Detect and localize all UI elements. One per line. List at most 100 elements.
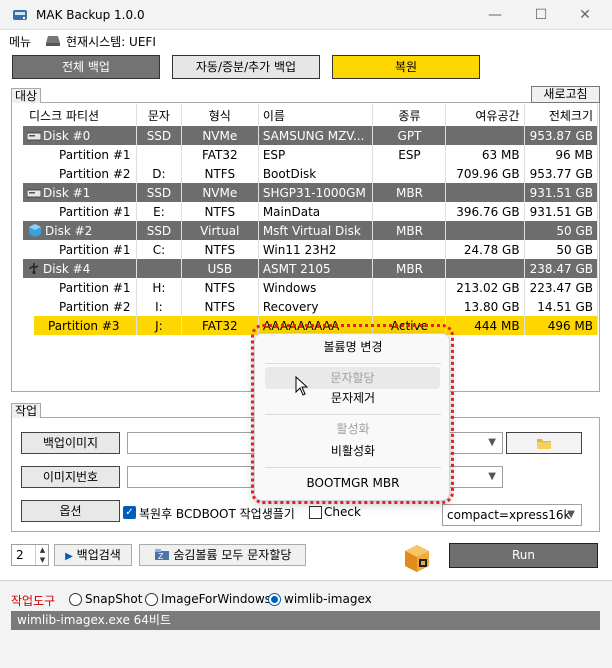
cell-format: NTFS [181, 278, 259, 297]
menu-item-main[interactable]: 메뉴 [9, 33, 31, 50]
partition-row[interactable]: Partition #2 I: NTFS Recovery 13.80 GB 14.51 … [23, 297, 599, 316]
browse-folder-button[interactable] [506, 432, 582, 454]
cell-free: 444 MB [445, 316, 525, 335]
partition-row[interactable]: Partition #1 E: NTFS MainData 396.76 GB 931.5… [23, 202, 599, 221]
col-header[interactable]: 전체크기 [524, 104, 599, 126]
col-header[interactable]: 디스크 파티션 [23, 104, 138, 126]
cell-text: 213.02 GB [456, 280, 520, 295]
cell-text: 238.47 GB [529, 261, 593, 276]
cell-text: MBR [395, 261, 423, 276]
assign-hidden-button[interactable]: Z 숨김볼륨 모두 문자할당 [139, 544, 306, 566]
partition-row[interactable]: Partition #1 C: NTFS Win11 23H2 24.78 GB 50 G… [23, 240, 599, 259]
cell-text: 953.77 GB [529, 166, 593, 181]
virtual-disk-icon [27, 224, 45, 238]
partition-row[interactable]: Partition #2 D: NTFS BootDisk 709.96 GB 953.7… [23, 164, 599, 183]
backup-search-button[interactable]: ▶ 백업검색 [54, 544, 132, 566]
cell-free [445, 126, 525, 145]
image-number-button[interactable]: 이미지번호 [21, 466, 120, 488]
minimize-button[interactable]: — [478, 4, 512, 26]
cell-text: Recovery [262, 299, 319, 314]
cell-text: NTFS [204, 166, 236, 181]
cell-total: 223.47 GB [524, 278, 599, 297]
cell-type [372, 297, 447, 316]
cell-text: Virtual [200, 223, 240, 238]
backup-count-spinner[interactable]: 2 ▲ ▼ [11, 544, 49, 566]
maximize-button[interactable]: ☐ [524, 4, 558, 26]
cell-text: Partition #2 [59, 299, 131, 314]
cell-text: NVMe [202, 128, 238, 143]
col-header[interactable]: 종류 [372, 104, 447, 126]
backup-image-button[interactable]: 백업이미지 [21, 432, 120, 454]
cell-text: FAT32 [201, 318, 238, 333]
cell-type [372, 202, 447, 221]
col-header[interactable]: 형식 [181, 104, 259, 126]
cell-format: NVMe [181, 126, 259, 145]
partition-row[interactable]: Partition #1 H: NTFS Windows 213.02 GB 223.47… [23, 278, 599, 297]
disk-row[interactable]: Disk #1 SSD NVMe SHGP31-1000GM MBR 931.51 GB [23, 183, 599, 202]
cell-text: D: [152, 166, 166, 181]
col-header[interactable]: 여유공간 [445, 104, 525, 126]
radio-wimlib[interactable] [268, 593, 281, 606]
cell-text: NTFS [204, 299, 236, 314]
full-backup-button[interactable]: 전체 백업 [12, 55, 160, 79]
restore-button[interactable]: 복원 [332, 55, 480, 79]
cell-total: 953.77 GB [524, 164, 599, 183]
check-label: Check [324, 505, 361, 519]
cell-letter: SSD [136, 126, 182, 145]
cell-format: FAT32 [181, 145, 259, 164]
cell-total: 496 MB [524, 316, 599, 335]
auto-backup-button[interactable]: 자동/증분/추가 백업 [172, 55, 320, 79]
cell-text: Windows [262, 280, 317, 295]
cell-total: 50 GB [524, 221, 599, 240]
cell-partition: Disk #0 [23, 126, 138, 145]
bcdboot-label: 복원후 BCDBOOT 작업생플기 [139, 507, 295, 521]
backup-search-label: 백업검색 [76, 548, 121, 562]
cell-total: 238.47 GB [524, 259, 599, 278]
compression-select[interactable]: compact=xpress16k ▼ [442, 504, 582, 526]
col-header[interactable]: 문자 [136, 104, 182, 126]
cell-text: 496 MB [547, 318, 593, 333]
cell-text: Partition #1 [59, 242, 131, 257]
cell-text: Disk #4 [43, 261, 91, 276]
radio-snapshot[interactable] [69, 593, 82, 606]
check-checkbox[interactable] [309, 506, 322, 519]
radio-imageforwindows[interactable] [145, 593, 158, 606]
cell-free: 24.78 GB [445, 240, 525, 259]
disk-row[interactable]: Disk #0 SSD NVMe SAMSUNG MZV... GPT 953.87 GB [23, 126, 599, 145]
close-button[interactable]: ✕ [568, 4, 602, 26]
cell-text: Partition #2 [59, 166, 131, 181]
task-label: 작업 [11, 403, 42, 418]
cell-text: MainData [262, 204, 321, 219]
cell-type [372, 278, 447, 297]
options-button[interactable]: 옵션 [21, 500, 120, 522]
refresh-button[interactable]: 새로고침 [531, 86, 600, 103]
drive-icon [46, 36, 60, 46]
cell-total: 50 GB [524, 240, 599, 259]
play-icon: ▶ [65, 551, 73, 562]
cell-text: Partition #3 [48, 318, 120, 333]
cell-text: GPT [397, 128, 422, 143]
disk-row[interactable]: Disk #2 SSD Virtual Msft Virtual Disk MBR 50 … [23, 221, 599, 240]
cell-text: 931.51 GB [529, 204, 593, 219]
cell-text: 709.96 GB [456, 166, 520, 181]
radio-imageforwindows-label: ImageForWindows [161, 592, 271, 606]
cell-text: BootDisk [262, 166, 317, 181]
cell-text: NVMe [202, 185, 238, 200]
cell-text: 444 MB [474, 318, 520, 333]
cell-type: ESP [372, 145, 447, 164]
spinner-up-icon[interactable]: ▲ [35, 545, 49, 555]
cell-text: Disk #2 [45, 224, 93, 238]
col-header[interactable]: 이름 [258, 104, 374, 126]
partition-row[interactable]: Partition #1 FAT32 ESP ESP 63 MB 96 MB [23, 145, 599, 164]
assign-hidden-label: 숨김볼륨 모두 문자할당 [173, 548, 292, 562]
bcdboot-checkbox[interactable]: ✓ [123, 506, 136, 519]
cell-text: 24.78 GB [463, 242, 520, 257]
spinner-down-icon[interactable]: ▼ [35, 555, 49, 565]
cell-text: Partition #1 [59, 280, 131, 295]
cell-text: I: [155, 299, 163, 314]
cell-text: NTFS [204, 204, 236, 219]
disk-row[interactable]: Disk #4 USB ASMT 2105 MBR 238.47 GB [23, 259, 599, 278]
run-button[interactable]: Run [449, 543, 598, 568]
tools-label: 작업도구 [11, 594, 56, 608]
cell-text: SSD [146, 185, 172, 200]
